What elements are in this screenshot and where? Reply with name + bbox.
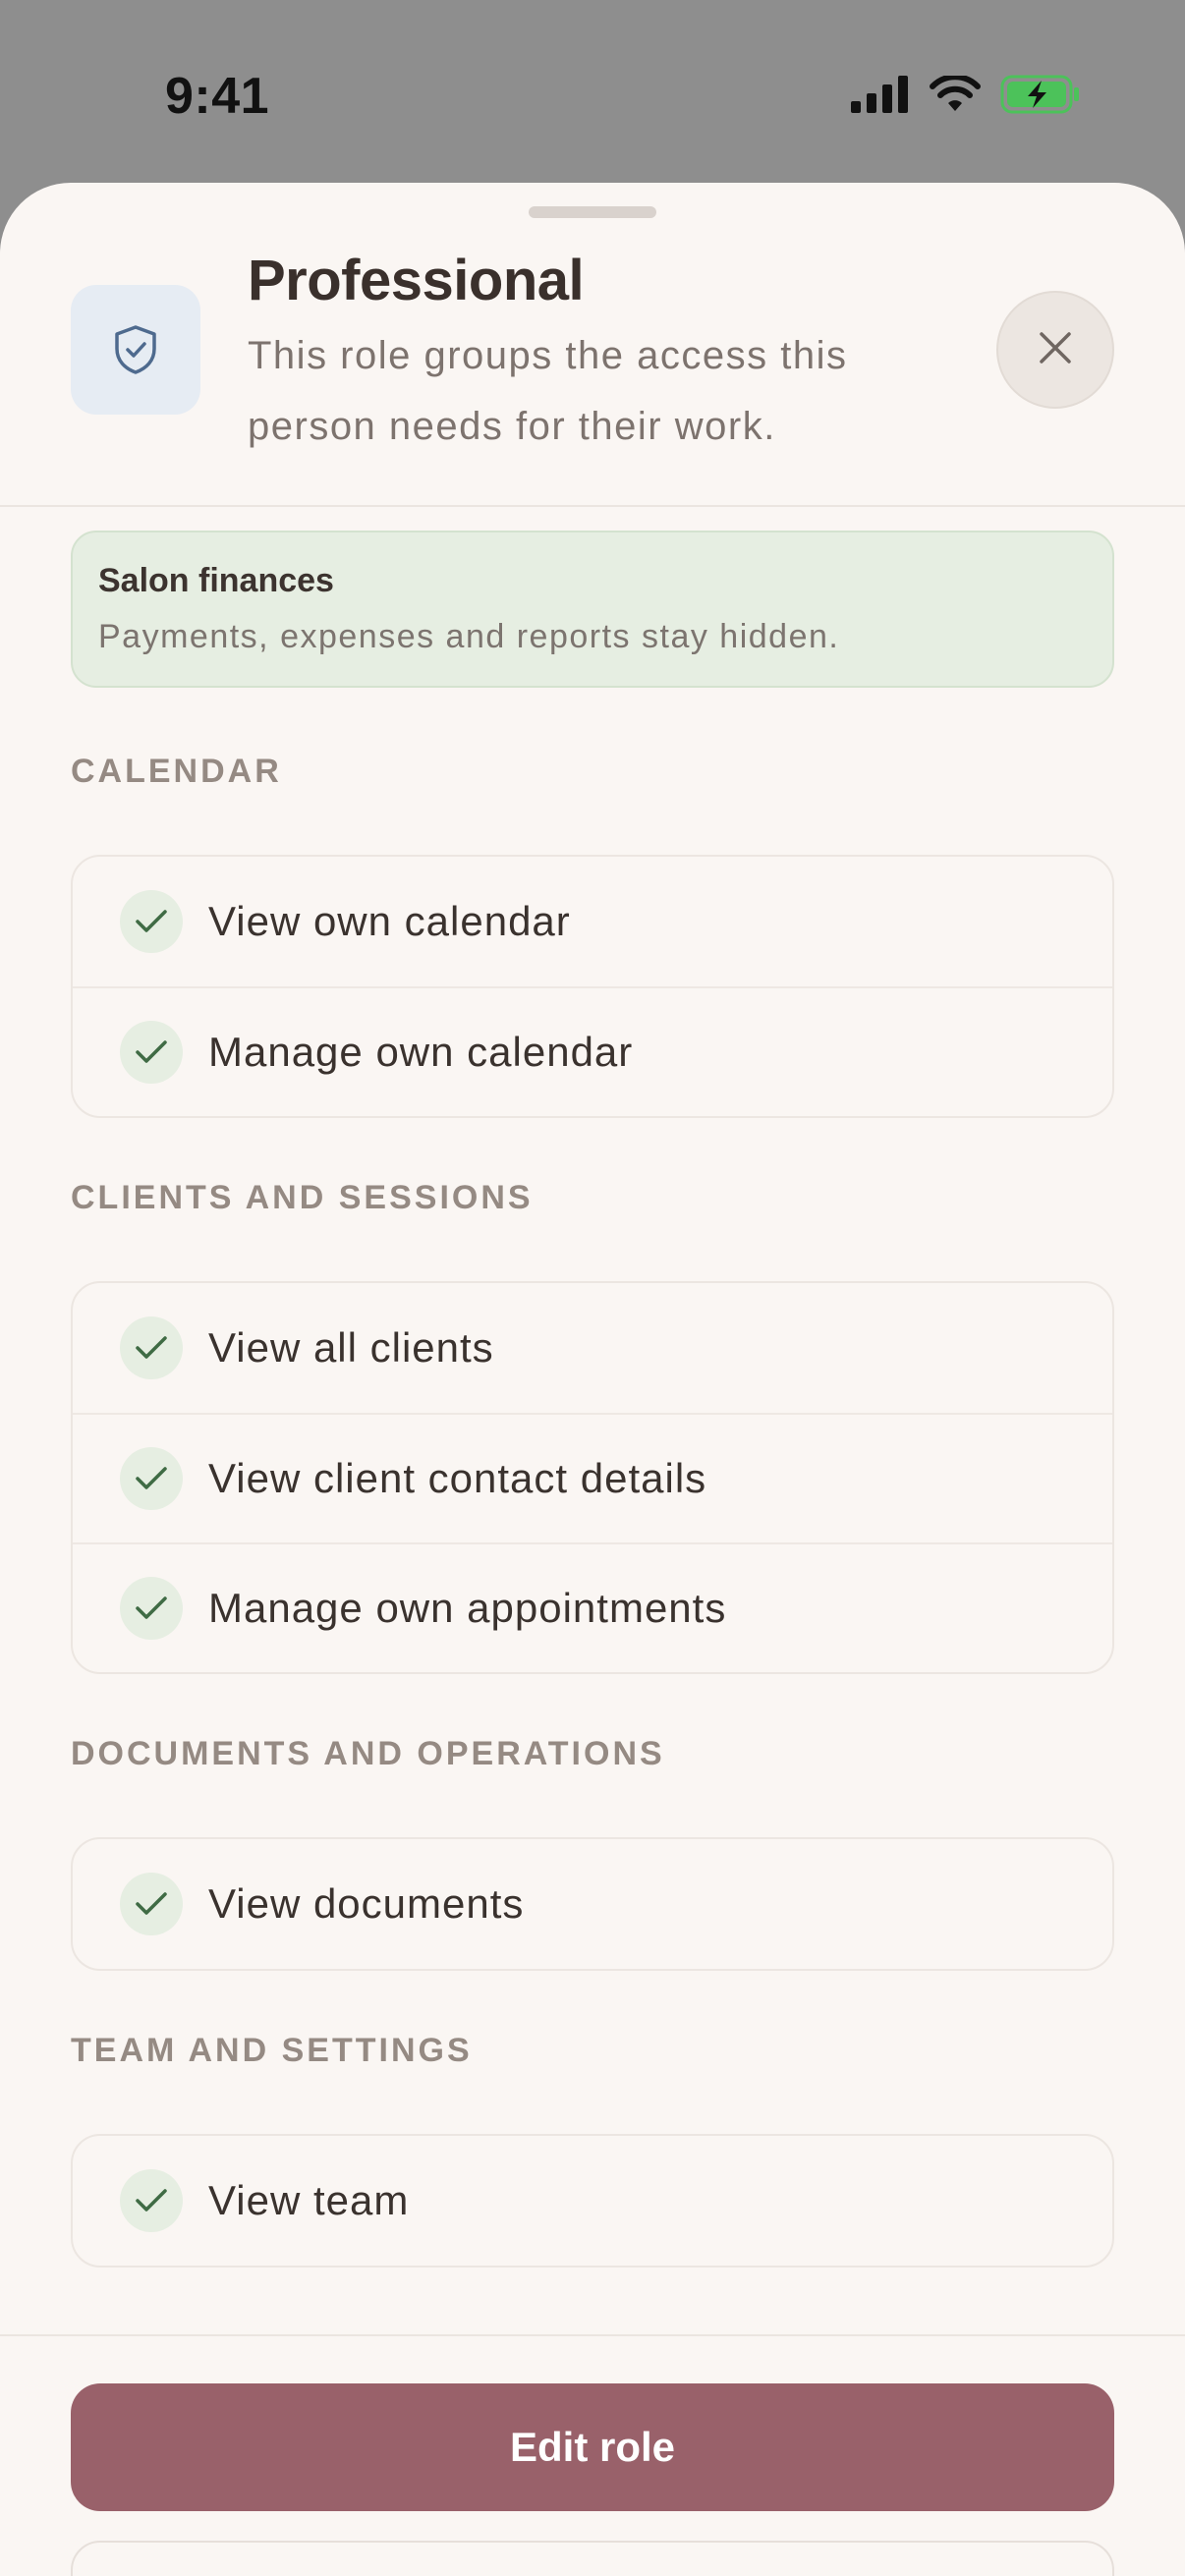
permission-row: View documents	[73, 1839, 1112, 1969]
check-icon	[120, 1021, 183, 1084]
finance-notice: Salon finances Payments, expenses and re…	[71, 531, 1114, 688]
section-label-documents: DOCUMENTS AND OPERATIONS	[71, 1735, 665, 1772]
permission-label: Manage own calendar	[208, 1029, 634, 1075]
status-icons	[851, 75, 1081, 114]
signal-icon	[851, 76, 910, 113]
permission-label: View client contact details	[208, 1455, 707, 1501]
edit-role-button[interactable]: Edit role	[71, 2383, 1114, 2511]
check-icon	[120, 1447, 183, 1510]
secondary-button[interactable]	[71, 2541, 1114, 2576]
battery-icon	[1000, 75, 1081, 114]
status-time: 9:41	[165, 68, 270, 125]
wifi-icon	[930, 76, 981, 113]
check-icon	[120, 890, 183, 953]
permission-row: View all clients	[73, 1283, 1112, 1413]
permission-label: View all clients	[208, 1324, 494, 1371]
permission-group-documents: View documents	[71, 1837, 1114, 1971]
permission-group-team: View team	[71, 2134, 1114, 2268]
check-icon	[120, 1577, 183, 1640]
permission-row: View team	[73, 2136, 1112, 2266]
page-title: Professional	[248, 249, 585, 312]
section-label-calendar: CALENDAR	[71, 753, 282, 790]
role-description: This role groups the access this person …	[248, 334, 848, 448]
permission-label: View own calendar	[208, 898, 571, 944]
permission-group-calendar: View own calendar Manage own calendar	[71, 855, 1114, 1118]
check-icon	[120, 1316, 183, 1379]
check-icon	[120, 2169, 183, 2232]
permission-row: Manage own appointments	[73, 1542, 1112, 1672]
sheet-header: Professional This role groups the access…	[0, 183, 1185, 507]
notice-text: Payments, expenses and reports stay hidd…	[98, 618, 840, 655]
status-bar: 9:41	[0, 0, 1185, 187]
permission-group-clients: View all clients View client contact det…	[71, 1281, 1114, 1674]
close-icon	[1038, 330, 1073, 370]
permission-label: View team	[208, 2177, 410, 2223]
permission-label: View documents	[208, 1880, 525, 1927]
role-sheet: Professional This role groups the access…	[0, 183, 1185, 2576]
notice-title: Salon finances	[98, 562, 334, 599]
shield-check-icon	[71, 285, 200, 415]
section-label-team: TEAM AND SETTINGS	[71, 2032, 473, 2069]
close-button[interactable]	[996, 291, 1114, 409]
section-label-clients: CLIENTS AND SESSIONS	[71, 1179, 534, 1216]
permission-row: View own calendar	[73, 857, 1112, 986]
check-icon	[120, 1873, 183, 1935]
footer-divider	[0, 2334, 1185, 2336]
permission-row: Manage own calendar	[73, 986, 1112, 1116]
permission-row: View client contact details	[73, 1413, 1112, 1542]
permission-label: Manage own appointments	[208, 1585, 727, 1631]
